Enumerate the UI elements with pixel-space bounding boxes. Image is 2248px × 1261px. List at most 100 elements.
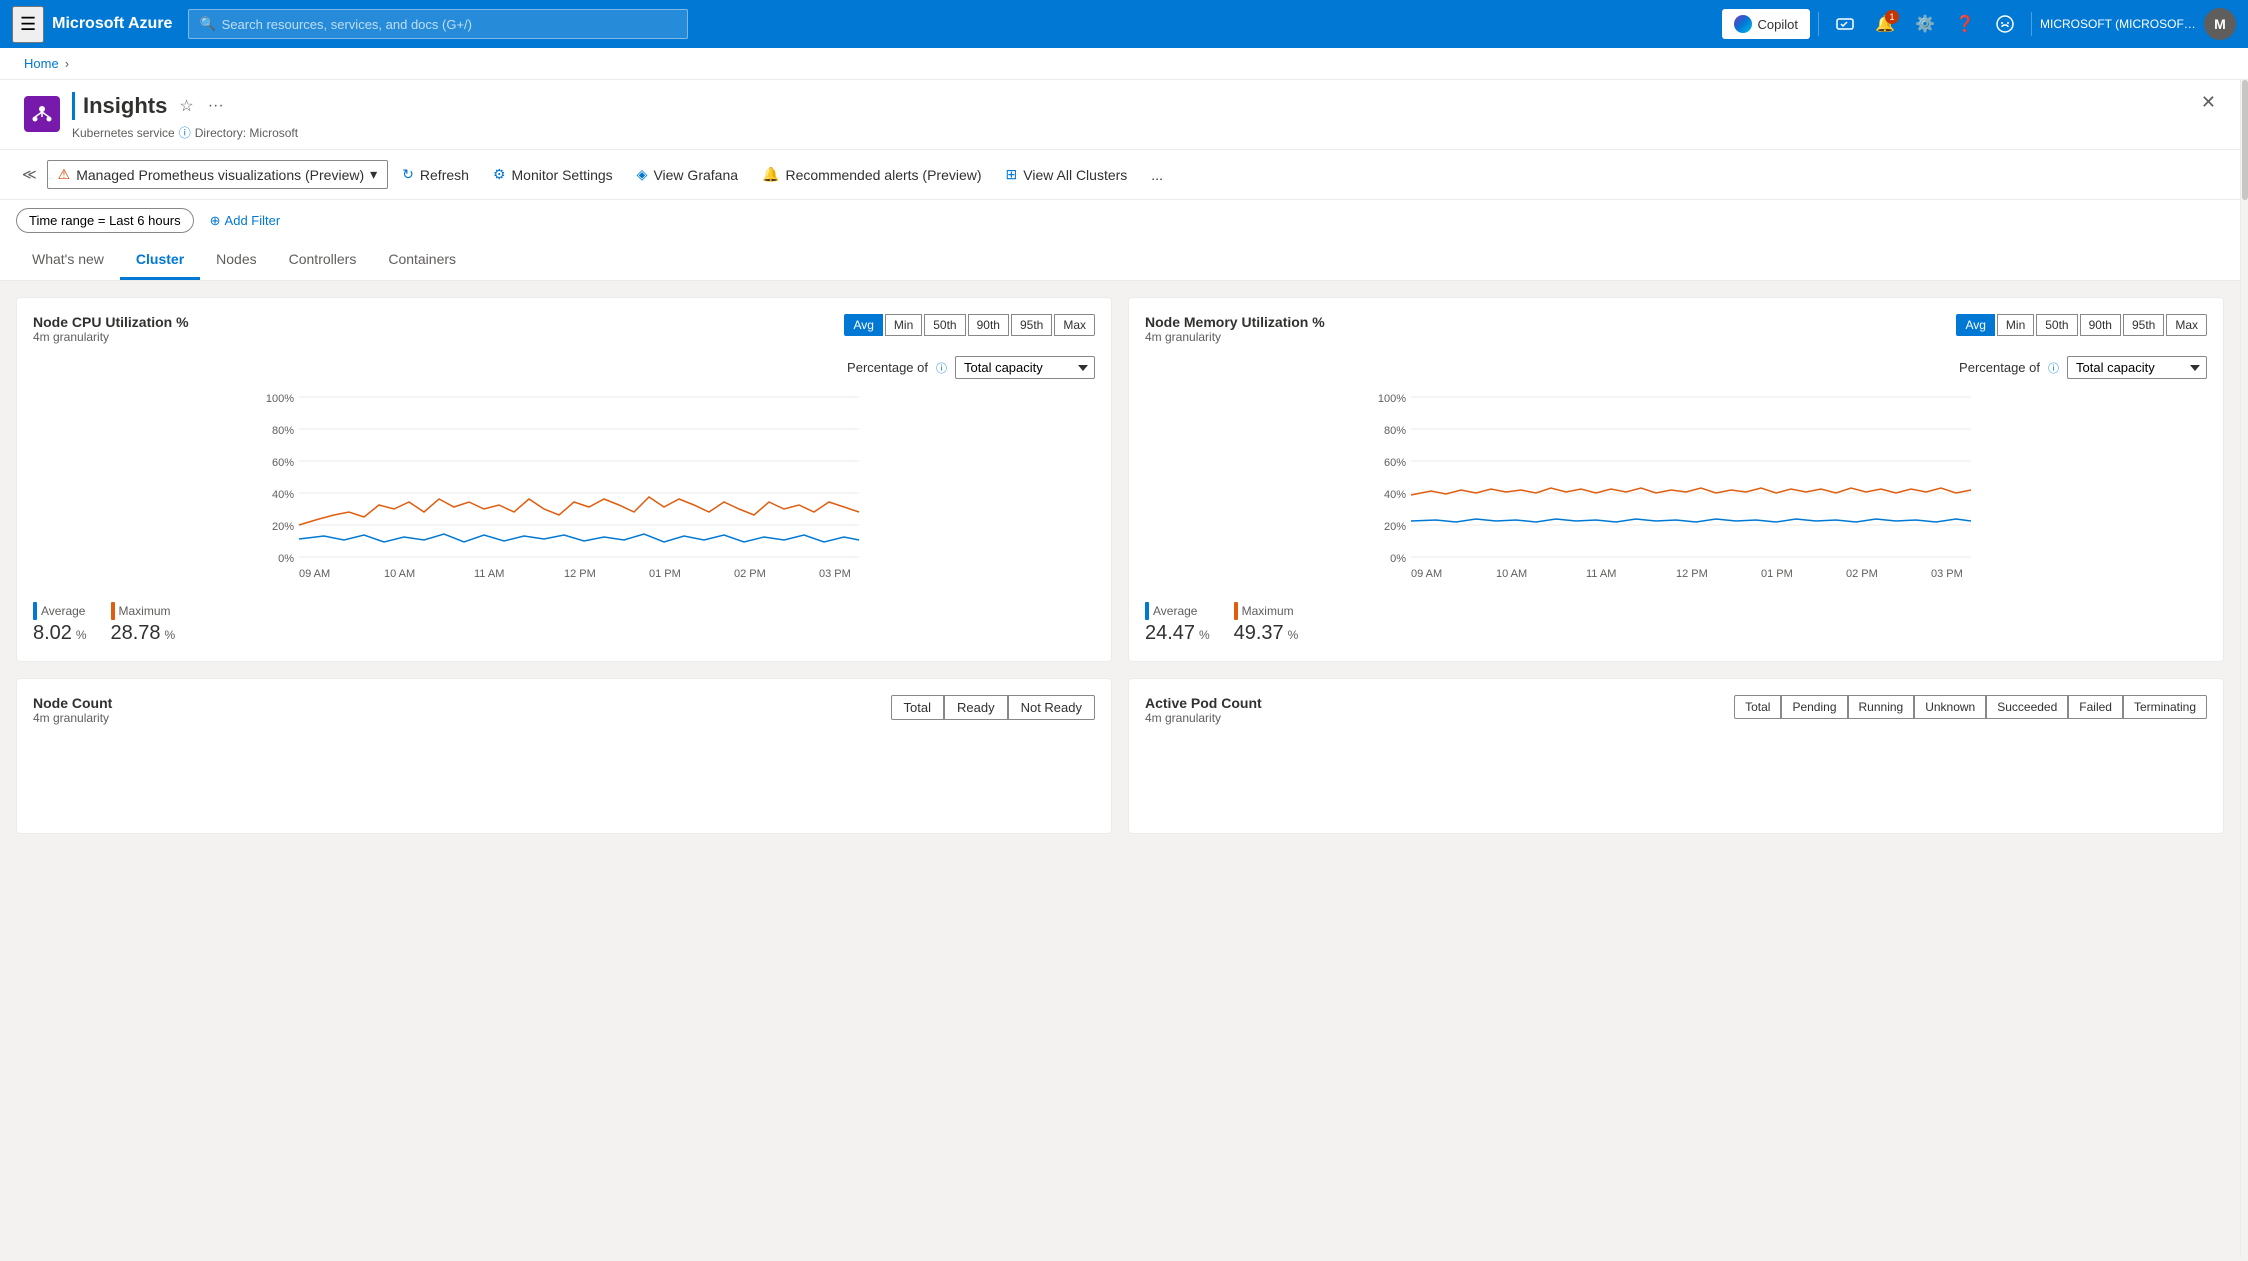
bottom-charts-row: Node Count 4m granularity Total Ready No… <box>16 678 2224 834</box>
title-divider <box>72 92 75 120</box>
menu-button[interactable]: ☰ <box>12 6 44 43</box>
svg-text:03 PM: 03 PM <box>819 568 851 580</box>
close-button[interactable]: ✕ <box>2201 92 2216 113</box>
svg-text:11 AM: 11 AM <box>1586 568 1616 580</box>
vertical-scrollbar[interactable] <box>2240 80 2248 1257</box>
recommended-alerts-button[interactable]: 🔔 Recommended alerts (Preview) <box>752 160 992 189</box>
view-grafana-button[interactable]: ◈ View Grafana <box>627 160 748 189</box>
memory-chart-title-area: Node Memory Utilization % 4m granularity <box>1145 314 1325 344</box>
pod-total-btn[interactable]: Total <box>1734 695 1781 719</box>
cpu-capacity-select[interactable]: Total capacity Request capacity <box>955 356 1095 379</box>
svg-text:09 AM: 09 AM <box>1411 568 1442 580</box>
memory-ctrl-50th[interactable]: 50th <box>2036 314 2077 336</box>
node-count-header: Node Count 4m granularity Total Ready No… <box>33 695 1095 725</box>
svg-text:100%: 100% <box>1378 393 1406 405</box>
filter-bar: Time range = Last 6 hours ⊕ Add Filter <box>0 200 2240 241</box>
cpu-maximum-value: 28.78 <box>111 622 161 644</box>
prometheus-label: Managed Prometheus visualizations (Previ… <box>76 167 364 183</box>
favorite-button[interactable]: ☆ <box>175 94 197 118</box>
content-area[interactable]: Node CPU Utilization % 4m granularity Av… <box>0 281 2240 1257</box>
pod-unknown-btn[interactable]: Unknown <box>1914 695 1986 719</box>
more-options-button[interactable]: ··· <box>204 94 228 118</box>
memory-ctrl-avg[interactable]: Avg <box>1956 314 1994 336</box>
memory-chart-svg-container: 100% 80% 60% 40% 20% 0% <box>1145 387 2207 590</box>
pod-pending-btn[interactable]: Pending <box>1781 695 1847 719</box>
cpu-chart-subtitle: 4m granularity <box>33 330 189 344</box>
node-count-not-ready-btn[interactable]: Not Ready <box>1008 695 1095 720</box>
search-input[interactable] <box>222 17 678 32</box>
notifications-button[interactable]: 🔔 1 <box>1867 6 1903 42</box>
node-count-chart-placeholder <box>33 737 1095 817</box>
cpu-chart-legend: Average 8.02 % Maximum <box>33 602 1095 645</box>
monitor-settings-label: Monitor Settings <box>512 167 613 183</box>
node-count-ready-btn[interactable]: Ready <box>944 695 1008 720</box>
memory-ctrl-90th[interactable]: 90th <box>2080 314 2121 336</box>
copilot-button[interactable]: Copilot <box>1722 9 1810 39</box>
more-toolbar-button[interactable]: ... <box>1141 161 1173 189</box>
memory-info-icon[interactable]: ⓘ <box>2048 360 2059 376</box>
notification-badge: 1 <box>1885 10 1899 24</box>
breadcrumb-home[interactable]: Home <box>24 56 59 71</box>
time-range-filter[interactable]: Time range = Last 6 hours <box>16 208 194 233</box>
memory-average-unit: % <box>1199 628 1210 642</box>
pod-terminating-btn[interactable]: Terminating <box>2123 695 2207 719</box>
monitor-settings-button[interactable]: ⚙ Monitor Settings <box>483 160 623 189</box>
directory-label: Directory: Microsoft <box>195 126 298 140</box>
node-count-total-btn[interactable]: Total <box>891 695 944 720</box>
add-filter-label: Add Filter <box>225 213 281 228</box>
prometheus-dropdown[interactable]: ⚠ Managed Prometheus visualizations (Pre… <box>47 160 389 189</box>
view-all-clusters-button[interactable]: ⊞ View All Clusters <box>996 160 1138 189</box>
topbar-divider-2 <box>2031 12 2032 36</box>
cpu-average-value-row: 8.02 % <box>33 622 87 645</box>
cpu-ctrl-max[interactable]: Max <box>1054 314 1095 336</box>
svg-text:80%: 80% <box>272 425 294 437</box>
cpu-ctrl-avg[interactable]: Avg <box>844 314 882 336</box>
svg-text:100%: 100% <box>266 393 294 405</box>
search-icon: 🔍 <box>199 16 215 32</box>
pod-running-btn[interactable]: Running <box>1848 695 1915 719</box>
refresh-button[interactable]: ↻ Refresh <box>392 160 479 189</box>
svg-text:10 AM: 10 AM <box>1496 568 1527 580</box>
cpu-ctrl-min[interactable]: Min <box>885 314 922 336</box>
cpu-ctrl-95th[interactable]: 95th <box>1011 314 1052 336</box>
memory-ctrl-95th[interactable]: 95th <box>2123 314 2164 336</box>
cpu-ctrl-90th[interactable]: 90th <box>968 314 1009 336</box>
memory-capacity-select[interactable]: Total capacity Request capacity <box>2067 356 2207 379</box>
memory-ctrl-min[interactable]: Min <box>1997 314 2034 336</box>
memory-chart-header: Node Memory Utilization % 4m granularity… <box>1145 314 2207 344</box>
cpu-avg-color-bar <box>33 602 37 620</box>
cpu-info-icon[interactable]: ⓘ <box>936 360 947 376</box>
prometheus-chevron-icon: ▾ <box>370 166 377 183</box>
cloud-shell-button[interactable] <box>1827 6 1863 42</box>
cpu-chart-svg-container: 100% 80% 60% 40% 20% 0% <box>33 387 1095 590</box>
pod-succeeded-btn[interactable]: Succeeded <box>1986 695 2068 719</box>
settings-button[interactable]: ⚙️ <box>1907 6 1943 42</box>
collapse-button[interactable]: ≪ <box>16 160 43 189</box>
memory-chart-controls: Avg Min 50th 90th 95th Max <box>1956 314 2207 336</box>
feedback-button[interactable] <box>1987 6 2023 42</box>
svg-text:60%: 60% <box>272 457 294 469</box>
svg-text:0%: 0% <box>278 553 294 565</box>
help-button[interactable]: ❓ <box>1947 6 1983 42</box>
add-filter-button[interactable]: ⊕ Add Filter <box>202 209 289 233</box>
scrollbar-thumb[interactable] <box>2242 80 2248 200</box>
cpu-ctrl-50th[interactable]: 50th <box>924 314 965 336</box>
tabs-bar: What's new Cluster Nodes Controllers Con… <box>0 241 2240 281</box>
user-avatar[interactable]: M <box>2204 8 2236 40</box>
search-bar[interactable]: 🔍 <box>188 9 688 39</box>
memory-ctrl-max[interactable]: Max <box>2166 314 2207 336</box>
node-count-subtitle: 4m granularity <box>33 711 112 725</box>
pod-count-header: Active Pod Count 4m granularity Total Pe… <box>1145 695 2207 725</box>
pod-count-title: Active Pod Count <box>1145 695 1262 711</box>
svg-text:09 AM: 09 AM <box>299 568 330 580</box>
tab-nodes[interactable]: Nodes <box>200 241 272 280</box>
tab-containers[interactable]: Containers <box>372 241 472 280</box>
cpu-maximum-value-row: 28.78 % <box>111 622 176 645</box>
tab-whats-new[interactable]: What's new <box>16 241 120 280</box>
page-header: Insights ☆ ··· Kubernetes service ⓘ Dire… <box>0 80 2240 150</box>
copilot-icon <box>1734 15 1752 33</box>
tab-controllers[interactable]: Controllers <box>273 241 373 280</box>
svg-text:0%: 0% <box>1390 553 1406 565</box>
pod-failed-btn[interactable]: Failed <box>2068 695 2123 719</box>
tab-cluster[interactable]: Cluster <box>120 241 200 280</box>
